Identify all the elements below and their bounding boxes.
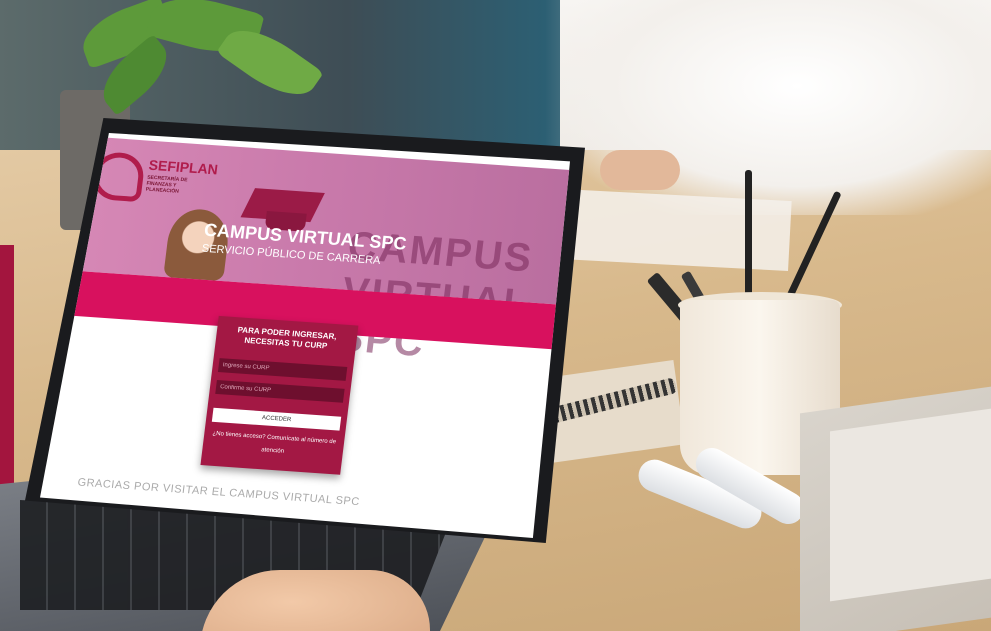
access-button[interactable]: ACCEDER [211, 407, 342, 431]
document-tray-inner [830, 408, 991, 602]
login-card: PARA PODER INGRESAR, NECESITAS TU CURP A… [200, 315, 359, 475]
confirm-curp-input[interactable] [215, 379, 345, 403]
person-hand [600, 150, 680, 190]
thanks-message: GRACIAS POR VISITAR EL CAMPUS VIRTUAL SP… [76, 476, 361, 509]
logo-subtitle: SECRETARÍA DE FINANZAS Y PLANEACIÓN [145, 174, 188, 195]
login-heading: PARA PODER INGRESAR, NECESITAS TU CURP [237, 325, 338, 351]
photo-scene: CAMPUS VIRTUAL SPC SEFIPLAN SECRETARÍA D… [0, 0, 991, 631]
help-text[interactable]: ¿No tienes acceso? Comunícate al número … [202, 427, 345, 463]
logo-name: SEFIPLAN [147, 156, 219, 178]
pencil [745, 170, 752, 310]
laptop-screen: CAMPUS VIRTUAL SPC SEFIPLAN SECRETARÍA D… [40, 133, 570, 538]
web-page: CAMPUS VIRTUAL SPC SEFIPLAN SECRETARÍA D… [40, 133, 570, 538]
curp-input[interactable] [217, 358, 348, 381]
paper-sheet [558, 189, 792, 271]
